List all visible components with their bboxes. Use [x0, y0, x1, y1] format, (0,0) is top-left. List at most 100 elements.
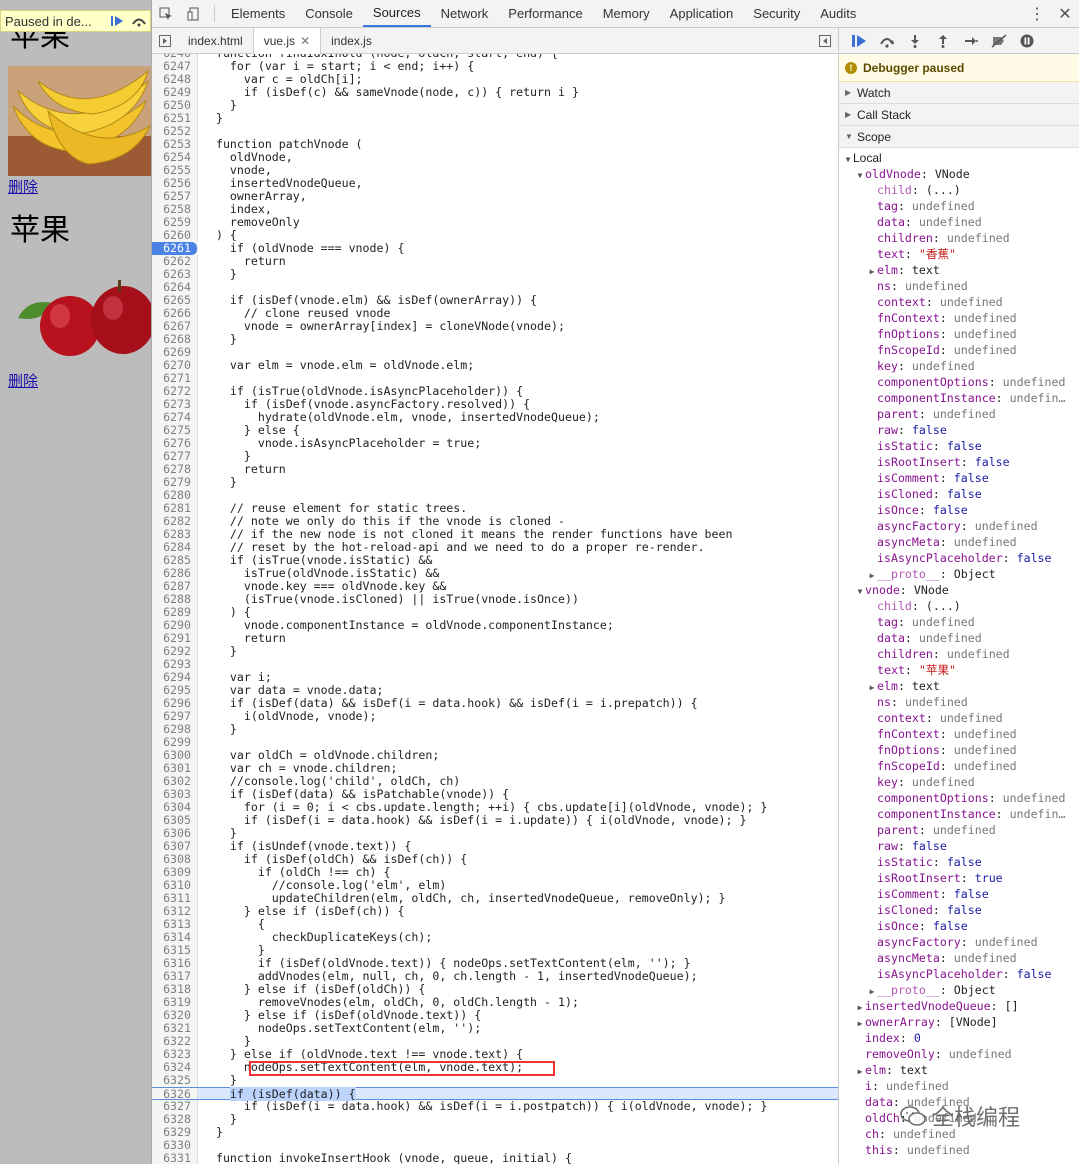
scope-property[interactable]: fnScopeId: undefined	[839, 342, 1079, 358]
scope-property[interactable]: isComment: false	[839, 470, 1079, 486]
section-scope[interactable]: ▼ Scope	[839, 126, 1079, 148]
tab-network[interactable]: Network	[431, 0, 499, 27]
scope-property[interactable]: index: 0	[839, 1030, 1079, 1046]
scope-property[interactable]: asyncFactory: undefined	[839, 518, 1079, 534]
tab-audits[interactable]: Audits	[810, 0, 866, 27]
resume-icon[interactable]	[845, 29, 873, 53]
scope-property[interactable]: this: undefined	[839, 1142, 1079, 1158]
tab-security[interactable]: Security	[743, 0, 810, 27]
scope-property[interactable]: raw: false	[839, 838, 1079, 854]
scope-property[interactable]: data: undefined	[839, 214, 1079, 230]
delete-link[interactable]: 删除	[8, 370, 38, 391]
scope-property[interactable]: ▶ __proto__: Object	[839, 566, 1079, 582]
scope-property[interactable]: parent: undefined	[839, 406, 1079, 422]
tab-console[interactable]: Console	[295, 0, 363, 27]
scope-property[interactable]: i: undefined	[839, 1078, 1079, 1094]
scope-property[interactable]: ▼ vnode: VNode	[839, 582, 1079, 598]
step-icon[interactable]	[957, 29, 985, 53]
tab-performance[interactable]: Performance	[498, 0, 592, 27]
scope-property[interactable]: fnContext: undefined	[839, 310, 1079, 326]
step-over-icon[interactable]	[873, 29, 901, 53]
tab-application[interactable]: Application	[660, 0, 744, 27]
scope-property[interactable]: text: "苹果"	[839, 662, 1079, 678]
file-tab-index-html[interactable]: index.html	[178, 28, 253, 54]
scope-property[interactable]: componentOptions: undefined	[839, 790, 1079, 806]
tab-elements[interactable]: Elements	[221, 0, 295, 27]
deactivate-breakpoints-icon[interactable]	[985, 29, 1013, 53]
scope-property[interactable]: isOnce: false	[839, 502, 1079, 518]
scope-property[interactable]: context: undefined	[839, 710, 1079, 726]
scope-property[interactable]: isAsyncPlaceholder: false	[839, 550, 1079, 566]
scope-property[interactable]: isRootInsert: false	[839, 454, 1079, 470]
inspect-element-icon[interactable]	[152, 0, 180, 27]
scope-property[interactable]: isStatic: false	[839, 438, 1079, 454]
scope-property[interactable]: isAsyncPlaceholder: false	[839, 966, 1079, 982]
scope-property[interactable]: children: undefined	[839, 230, 1079, 246]
scope-property[interactable]: isRootInsert: true	[839, 870, 1079, 886]
close-devtools-icon[interactable]: ✕	[1051, 0, 1079, 27]
scope-property[interactable]: fnOptions: undefined	[839, 742, 1079, 758]
scope-property[interactable]: ▶ elm: text	[839, 678, 1079, 694]
scope-property[interactable]: isCloned: false	[839, 902, 1079, 918]
scope-property[interactable]: asyncFactory: undefined	[839, 934, 1079, 950]
scope-key: isComment	[877, 471, 940, 485]
file-tab-vue-js[interactable]: vue.js ✕	[252, 27, 322, 54]
scope-property[interactable]: fnOptions: undefined	[839, 326, 1079, 342]
scope-property[interactable]: key: undefined	[839, 358, 1079, 374]
resume-icon[interactable]	[106, 11, 128, 31]
scope-property[interactable]: text: "香蕉"	[839, 246, 1079, 262]
scope-property[interactable]: ▶ elm: text	[839, 262, 1079, 278]
scope-key: fnScopeId	[877, 759, 940, 773]
scope-property[interactable]: fnContext: undefined	[839, 726, 1079, 742]
scope-local-header[interactable]: ▼ Local	[839, 150, 1079, 166]
scope-property[interactable]: isStatic: false	[839, 854, 1079, 870]
scope-property[interactable]: children: undefined	[839, 646, 1079, 662]
scope-property[interactable]: raw: false	[839, 422, 1079, 438]
scope-property[interactable]: tag: undefined	[839, 198, 1079, 214]
scope-property[interactable]: ▶ ownerArray: [VNode]	[839, 1014, 1079, 1030]
scope-value: undefined	[918, 631, 982, 645]
toggle-debugger-icon[interactable]	[812, 34, 838, 47]
more-options-icon[interactable]: ⋮	[1023, 0, 1051, 27]
line-number[interactable]: 6331	[152, 1152, 198, 1164]
scope-property[interactable]: isOnce: false	[839, 918, 1079, 934]
delete-link[interactable]: 删除	[8, 176, 38, 197]
step-into-icon[interactable]	[901, 29, 929, 53]
line-number[interactable]: 6326	[152, 1088, 198, 1101]
scope-property[interactable]: ▶ insertedVnodeQueue: []	[839, 998, 1079, 1014]
scope-property[interactable]: ns: undefined	[839, 694, 1079, 710]
section-watch[interactable]: ▶ Watch	[839, 82, 1079, 104]
scope-property[interactable]: child: (...)	[839, 598, 1079, 614]
section-call-stack[interactable]: ▶ Call Stack	[839, 104, 1079, 126]
scope-property[interactable]: componentInstance: undefin…	[839, 806, 1079, 822]
scope-property[interactable]: asyncMeta: undefined	[839, 534, 1079, 550]
scope-property[interactable]: data: undefined	[839, 630, 1079, 646]
step-out-icon[interactable]	[929, 29, 957, 53]
scope-property[interactable]: tag: undefined	[839, 614, 1079, 630]
scope-property[interactable]: fnScopeId: undefined	[839, 758, 1079, 774]
scope-property[interactable]: componentInstance: undefin…	[839, 390, 1079, 406]
scope-property[interactable]: ▶ elm: text	[839, 1062, 1079, 1078]
scope-property[interactable]: componentOptions: undefined	[839, 374, 1079, 390]
scope-property[interactable]: ns: undefined	[839, 278, 1079, 294]
line-number[interactable]: 6325	[152, 1074, 198, 1087]
scope-property[interactable]: context: undefined	[839, 294, 1079, 310]
tab-memory[interactable]: Memory	[593, 0, 660, 27]
device-toolbar-icon[interactable]	[180, 0, 208, 27]
step-over-icon[interactable]	[128, 11, 150, 31]
tab-sources[interactable]: Sources	[362, 0, 431, 27]
scope-property[interactable]: ▶ __proto__: Object	[839, 982, 1079, 998]
toggle-navigator-icon[interactable]	[152, 34, 178, 47]
scope-property[interactable]: isCloned: false	[839, 486, 1079, 502]
scope-property[interactable]: key: undefined	[839, 774, 1079, 790]
file-tab-index-js[interactable]: index.js	[321, 28, 382, 54]
scope-property[interactable]: asyncMeta: undefined	[839, 950, 1079, 966]
scope-property[interactable]: removeOnly: undefined	[839, 1046, 1079, 1062]
close-tab-icon[interactable]: ✕	[300, 34, 310, 48]
scope-property[interactable]: isComment: false	[839, 886, 1079, 902]
scope-property[interactable]: ▼ oldVnode: VNode	[839, 166, 1079, 182]
pause-on-exceptions-icon[interactable]	[1013, 29, 1041, 53]
scope-property[interactable]: child: (...)	[839, 182, 1079, 198]
scope-property[interactable]: parent: undefined	[839, 822, 1079, 838]
code-editor[interactable]: 6246 function findIdxInOld (node, oldCh,…	[152, 54, 838, 1164]
